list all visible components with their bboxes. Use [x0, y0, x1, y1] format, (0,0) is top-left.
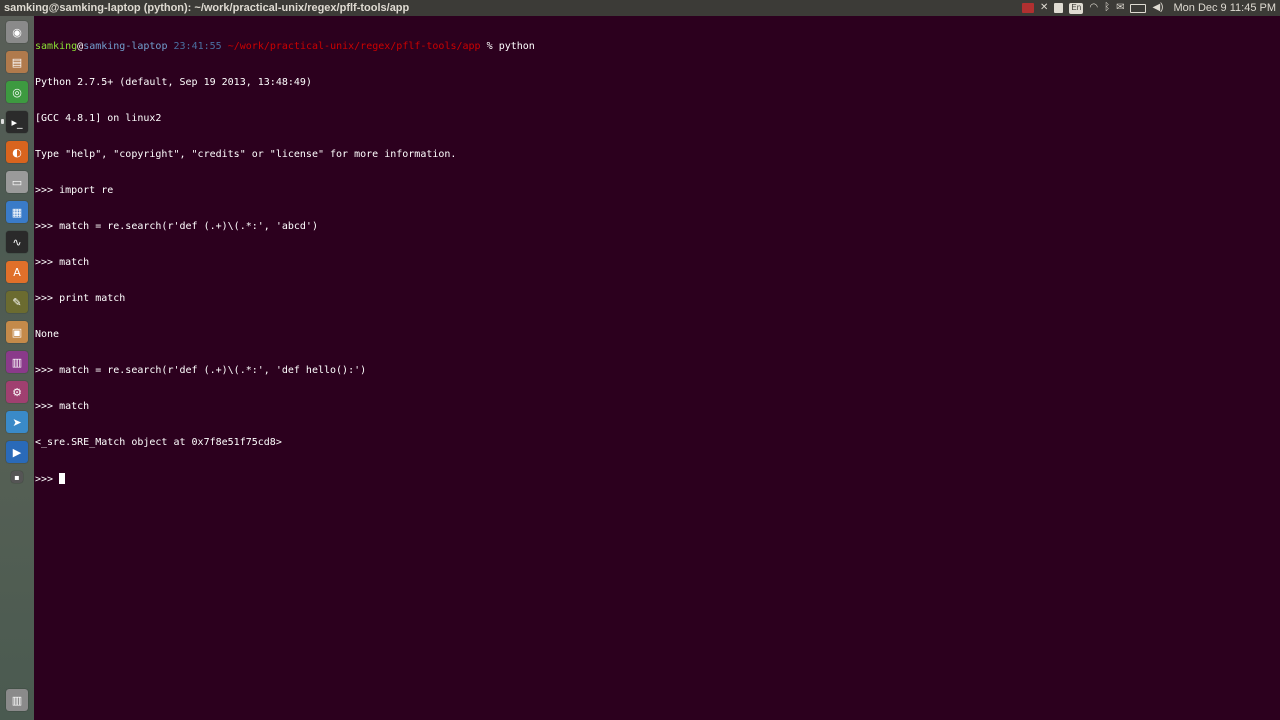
software-center-icon[interactable]: A	[6, 261, 28, 283]
prompt-command: python	[498, 41, 535, 52]
tools-icon[interactable]: ✕	[1040, 0, 1048, 16]
remote-desktop-icon[interactable]: ➤	[6, 411, 28, 433]
terminal-line: >>> import re	[35, 185, 114, 196]
wifi-icon[interactable]: ◠	[1089, 0, 1098, 16]
terminal-line: >>> match	[35, 257, 90, 268]
input-line[interactable]: >>>	[35, 473, 535, 485]
drive-icon[interactable]: ▭	[6, 171, 28, 193]
media-player-icon[interactable]: ▶	[6, 441, 28, 463]
prompt-host: samking-laptop	[83, 41, 168, 52]
record-icon[interactable]	[1021, 3, 1034, 13]
terminal-line: <_sre.SRE_Match object at 0x7f8e51f75cd8…	[35, 437, 282, 448]
text-cursor	[59, 473, 66, 484]
launcher: ◉ ▤ ◎ ▸_ ◐ ▭ ▦ ∿ A ✎ ▣ ▥ ⚙ ➤ ▶ ▪ ▥	[0, 16, 34, 720]
chrome-icon[interactable]: ◎	[6, 81, 28, 103]
volume-icon[interactable]: ◀)	[1152, 0, 1163, 16]
mail-icon[interactable]: ✉	[1116, 0, 1124, 16]
battery-icon[interactable]	[1130, 3, 1147, 13]
ubuntu-dash-icon[interactable]: ◉	[6, 21, 28, 43]
running-indicator	[1, 119, 4, 124]
terminal-output: samking@samking-laptop 23:41:55 ~/work/p…	[35, 17, 535, 509]
prompt-directory: ~/work/practical-unix/regex/pflf-tools/a…	[227, 41, 481, 52]
terminal-line: [GCC 4.8.1] on linux2	[35, 113, 162, 124]
workspace-icon[interactable]: ▥	[6, 351, 28, 373]
firefox-icon[interactable]: ◐	[6, 141, 28, 163]
bluetooth-icon[interactable]: ᛒ	[1104, 0, 1110, 16]
terminal-line: >>> match = re.search(r'def (.+)\(.*:', …	[35, 365, 367, 376]
python-prompt: >>>	[35, 474, 60, 485]
document-icon[interactable]: ▦	[6, 201, 28, 223]
window-title: samking@samking-laptop (python): ~/work/…	[4, 2, 410, 14]
terminal-line: >>> print match	[35, 293, 126, 304]
terminal-line: None	[35, 329, 60, 340]
terminal-line: Type "help", "copyright", "credits" or "…	[35, 149, 457, 160]
terminal-window[interactable]: samking@samking-laptop 23:41:55 ~/work/p…	[34, 16, 1280, 720]
archive-icon[interactable]: ▣	[6, 321, 28, 343]
keyboard-icon[interactable]: En	[1069, 2, 1084, 14]
notes-icon[interactable]	[1054, 3, 1064, 13]
terminal-line: Python 2.7.5+ (default, Sep 19 2013, 13:…	[35, 77, 312, 88]
screenshot-icon[interactable]: ✎	[6, 291, 28, 313]
small-app-icon[interactable]: ▪	[11, 471, 23, 483]
terminal-icon[interactable]: ▸_	[6, 111, 28, 133]
shell-prompt-line: samking@samking-laptop 23:41:55 ~/work/p…	[35, 41, 535, 53]
prompt-symbol: %	[486, 41, 493, 52]
system-monitor-icon[interactable]: ∿	[6, 231, 28, 253]
terminal-line: >>> match	[35, 401, 90, 412]
trash-icon[interactable]: ▥	[6, 689, 28, 711]
prompt-user: samking	[35, 41, 78, 52]
prompt-time: 23:41:55	[173, 41, 222, 52]
files-icon[interactable]: ▤	[6, 51, 28, 73]
terminal-line: >>> match = re.search(r'def (.+)\(.*:', …	[35, 221, 318, 232]
top-panel: samking@samking-laptop (python): ~/work/…	[0, 0, 1280, 16]
settings-icon[interactable]: ⚙	[6, 381, 28, 403]
clock[interactable]: Mon Dec 9 11:45 PM	[1173, 0, 1276, 16]
indicator-area: ✕ En ◠ ᛒ ✉ ◀) Mon Dec 9 11:45 PM	[1021, 0, 1276, 16]
